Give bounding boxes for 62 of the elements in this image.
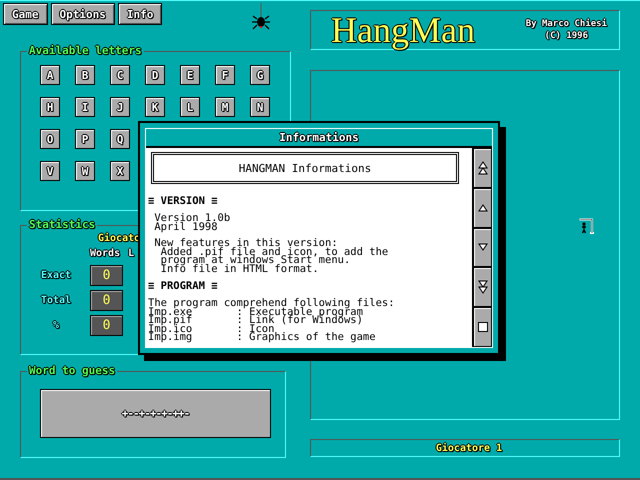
letter-button[interactable]: Q	[110, 129, 130, 149]
info-line: April 1998	[153, 222, 218, 231]
dialog-title: Informations	[279, 131, 359, 144]
app-logo: HangMan	[331, 11, 475, 49]
letter-button[interactable]: V	[40, 161, 60, 181]
scroll-button[interactable]	[473, 148, 492, 188]
player-name: Giocatore 1	[436, 442, 502, 454]
stat-value: 0	[90, 315, 123, 336]
scroll-button[interactable]	[473, 267, 492, 308]
copyright-text: (C) 1996	[544, 31, 588, 41]
heading-text: HANGMAN Informations	[238, 162, 372, 174]
stat-label: Total	[40, 295, 72, 306]
info-line: Version 1.0b	[153, 214, 232, 222]
file-row-text: Imp.img : Graphics of the game	[148, 333, 377, 342]
panel-title: Word to guess	[28, 365, 116, 377]
double-down-arrow-icon	[478, 280, 488, 294]
letter-button[interactable]: L	[180, 97, 200, 117]
panel-title: Statistics	[28, 219, 96, 231]
letter-button[interactable]: I	[75, 97, 95, 117]
menu-button[interactable]: Info	[118, 3, 162, 25]
square-icon	[478, 322, 488, 332]
author-text: By Marco Chiesi	[526, 19, 607, 29]
letter-button[interactable]: F	[215, 65, 235, 85]
menu-button[interactable]: Options	[50, 3, 115, 25]
section-title: ≡ VERSION ≡	[148, 196, 219, 206]
letter-button[interactable]: G	[250, 65, 270, 85]
info-line: program at windows Start menu.	[160, 256, 350, 264]
double-up-arrow-icon	[478, 160, 488, 175]
info-line: New features in this version:	[153, 239, 339, 248]
letter-button[interactable]: D	[145, 65, 165, 85]
panel-title: Available letters	[28, 45, 143, 57]
letter-button[interactable]: J	[110, 97, 130, 117]
letter-button[interactable]: W	[75, 161, 95, 181]
stat-value: 0	[90, 290, 123, 311]
scroll-button[interactable]	[473, 307, 492, 347]
letter-button[interactable]: M	[215, 97, 235, 117]
file-row-text: Imp.exe : Executable program	[148, 308, 363, 316]
info-line: Added .pif file and icon, to add the	[160, 248, 390, 256]
scroll-button[interactable]	[473, 188, 492, 228]
letter-button[interactable]: N	[250, 97, 270, 117]
letter-button[interactable]: E	[180, 65, 200, 85]
gallows-icon	[579, 218, 595, 234]
hidden-word: +--+-+-+-++-	[122, 407, 190, 420]
stat-label: %	[52, 320, 60, 331]
file-row-text: Imp.ico : Icon	[148, 324, 274, 333]
column-header: L	[128, 248, 134, 259]
column-header: Words	[90, 248, 120, 259]
file-row-text: Imp.pif : Link (for Windows)	[148, 316, 364, 324]
letter-button[interactable]: K	[145, 97, 165, 117]
letter-button[interactable]: P	[75, 129, 95, 149]
section-title: ≡ PROGRAM ≡	[148, 281, 219, 291]
scroll-button[interactable]	[473, 228, 492, 268]
stat-label: Exact	[40, 270, 72, 281]
info-line: The program comprehend following files:	[148, 299, 396, 308]
letter-button[interactable]: A	[40, 65, 60, 85]
letter-button[interactable]: X	[110, 161, 130, 181]
letter-button[interactable]: H	[40, 97, 60, 117]
letter-button[interactable]: C	[110, 65, 130, 85]
letter-button[interactable]: B	[75, 65, 95, 85]
info-line: Info file in HTML format.	[160, 264, 319, 273]
stat-value: 0	[90, 265, 123, 286]
letter-button[interactable]: O	[40, 129, 60, 149]
